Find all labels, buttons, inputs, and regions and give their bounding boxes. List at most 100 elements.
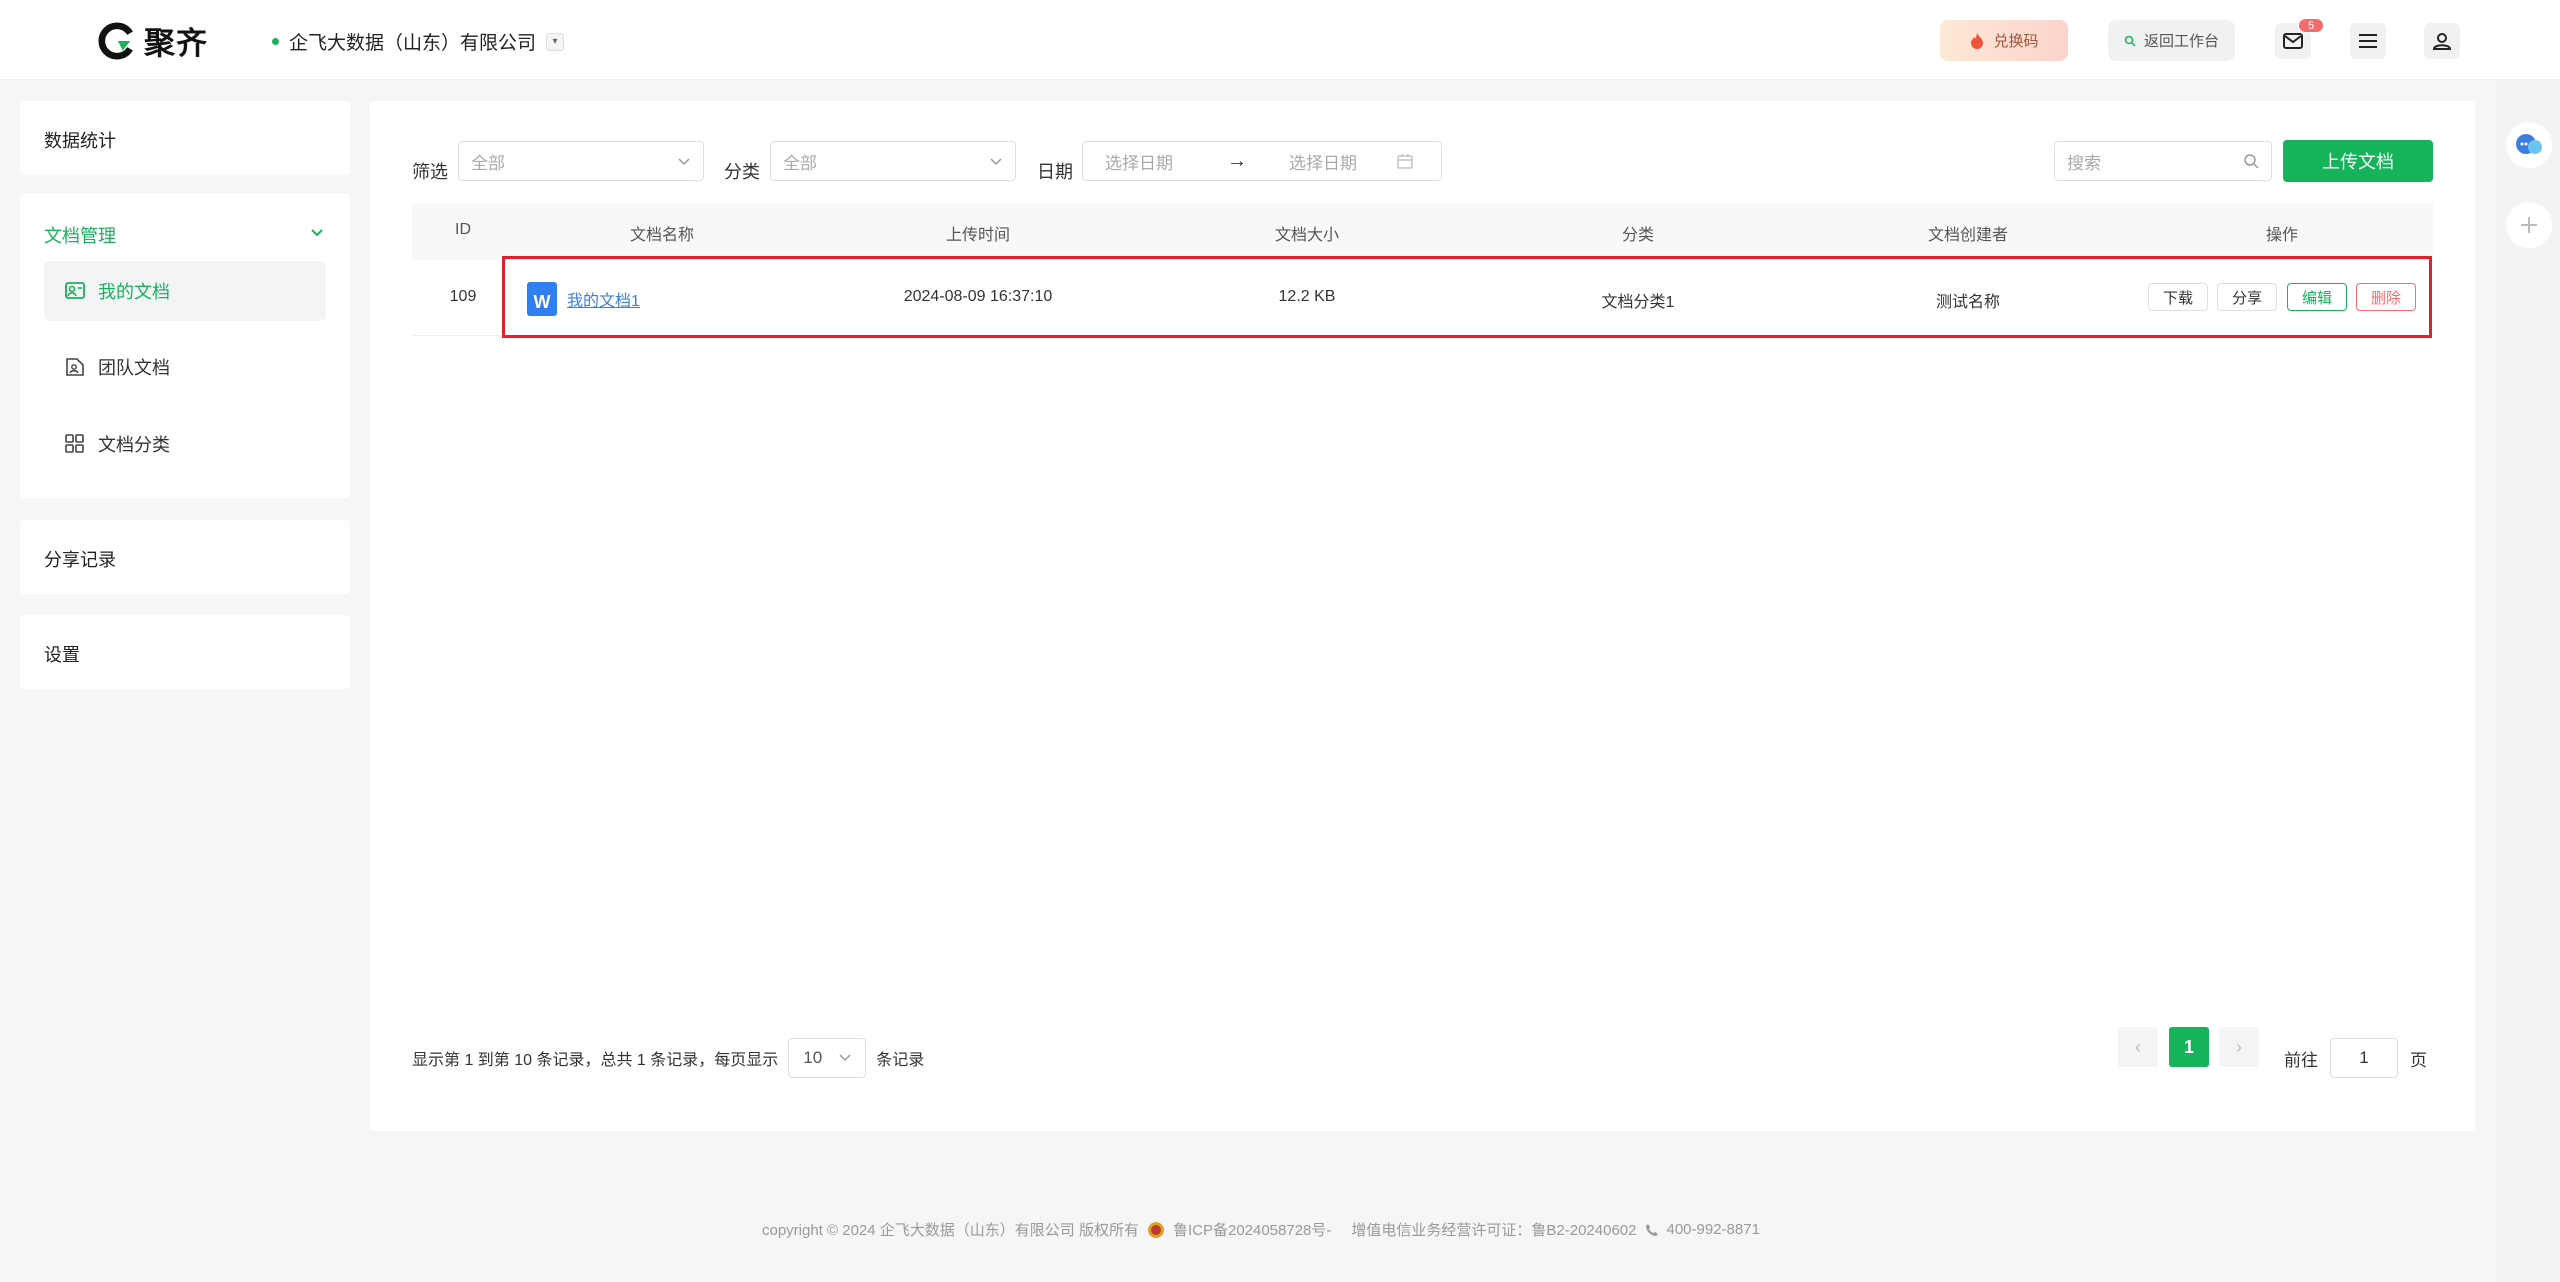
table-row: 109 2024-08-09 16:37:10 12.2 KB 文档分类1 测试… <box>412 260 2433 336</box>
category-label: 分类 <box>724 162 760 182</box>
my-docs-icon <box>65 282 85 299</box>
chevron-down-icon[interactable]: ▾ <box>546 32 565 51</box>
prev-page-button[interactable]: ‹ <box>2118 1027 2158 1067</box>
copyright-text: copyright © 2024 企飞大数据（山东）有限公司 版权所有 <box>762 1222 1139 1239</box>
goto-label: 前往 <box>2284 1050 2318 1070</box>
add-button[interactable] <box>2506 202 2552 248</box>
stats-label: 数据统计 <box>44 131 116 151</box>
row-creator: 测试名称 <box>1935 294 2001 311</box>
current-page-button[interactable]: 1 <box>2169 1027 2209 1067</box>
settings-label: 设置 <box>44 645 80 665</box>
fire-icon <box>1971 32 1984 49</box>
chevron-down-icon <box>839 1054 851 1062</box>
date-end[interactable]: 选择日期 <box>1289 149 1357 174</box>
category-select[interactable]: 全部 <box>770 141 1016 181</box>
plus-icon <box>2521 217 2537 233</box>
sidebar-item-stats[interactable]: 数据统计 <box>20 101 350 175</box>
back-to-workspace-button[interactable]: 返回工作台 <box>2108 20 2235 61</box>
company-switcher[interactable]: 企飞大数据（山东）有限公司 ▾ <box>272 28 565 55</box>
pagination-text: 显示第 1 到第 10 条记录，总共 1 条记录，每页显示 <box>412 1052 779 1069</box>
page-size-select[interactable]: 10 <box>788 1038 867 1078</box>
chat-icon <box>2516 134 2542 154</box>
doc-manage-label[interactable]: 文档管理 <box>44 222 116 248</box>
sidebar-item-label: 团队文档 <box>98 358 170 378</box>
sidebar-item-share-records[interactable]: 分享记录 <box>20 520 350 594</box>
redeem-label: 兑换码 <box>1993 33 2039 50</box>
phone-number: 400-992-8871 <box>1666 1221 1760 1238</box>
document-name[interactable]: 我的文档1 <box>567 287 640 311</box>
page-unit: 页 <box>2410 1050 2427 1070</box>
delete-button[interactable]: 删除 <box>2356 283 2416 311</box>
search-small-icon <box>2124 35 2136 47</box>
police-badge-icon <box>1147 1221 1164 1238</box>
sidebar-item-team-docs[interactable]: 团队文档 <box>44 337 326 397</box>
footer-text: copyright © 2024 企飞大数据（山东）有限公司 版权所有 鲁ICP… <box>762 1219 1760 1240</box>
redeem-code-button[interactable]: 兑换码 <box>1940 20 2068 61</box>
table-header: ID 文档名称 上传时间 文档大小 分类 文档创建者 操作 <box>412 203 2433 260</box>
filter-value: 全部 <box>471 153 505 173</box>
date-label: 日期 <box>1037 162 1073 182</box>
date-start[interactable]: 选择日期 <box>1105 149 1173 174</box>
menu-button[interactable] <box>2350 23 2386 59</box>
goto-page: 前往 1 页 <box>2284 1038 2427 1078</box>
column-header: 文档大小 <box>1274 227 1340 244</box>
next-page-button[interactable]: › <box>2219 1027 2259 1067</box>
chevron-down-icon[interactable] <box>310 228 324 238</box>
grid-icon <box>65 434 84 453</box>
license-text: 增值电信业务经营许可证：鲁B2-20240602 <box>1351 1222 1637 1239</box>
calendar-icon <box>1397 154 1413 169</box>
status-dot <box>272 38 279 45</box>
share-records-label: 分享记录 <box>44 550 116 570</box>
row-category: 文档分类1 <box>1601 294 1675 311</box>
word-file-icon: W <box>527 282 557 316</box>
logo-icon <box>98 21 136 60</box>
brand-name: 聚齐 <box>144 26 208 61</box>
column-header: ID <box>455 221 471 238</box>
column-header: 操作 <box>2265 227 2299 244</box>
download-button[interactable]: 下载 <box>2148 283 2208 311</box>
date-separator: → <box>1227 149 1247 172</box>
date-range-picker[interactable]: 选择日期 → 选择日期 <box>1082 141 1442 181</box>
search-icon[interactable] <box>2243 153 2259 169</box>
chevron-down-icon <box>678 157 690 165</box>
menu-icon <box>2359 34 2377 48</box>
phone-icon <box>1645 1223 1658 1236</box>
sidebar-item-settings[interactable]: 设置 <box>20 615 350 689</box>
search-placeholder: 搜索 <box>2067 153 2101 173</box>
column-header: 上传时间 <box>945 227 1011 244</box>
top-header: 聚齐 企飞大数据（山东）有限公司 ▾ 兑换码 返回工作台 5 <box>0 0 2560 80</box>
pagination-info: 显示第 1 到第 10 条记录，总共 1 条记录，每页显示 10 条记录 <box>412 1038 924 1078</box>
row-id: 109 <box>449 288 477 305</box>
row-size: 12.2 KB <box>1278 288 1336 305</box>
column-header: 文档名称 <box>629 227 695 244</box>
doc-manage-group: 文档管理 我的文档 团队文档 文档分类 <box>20 194 350 498</box>
chevron-down-icon <box>990 157 1002 165</box>
back-label: 返回工作台 <box>2143 33 2219 50</box>
column-header: 文档创建者 <box>1927 227 2009 244</box>
filter-select[interactable]: 全部 <box>458 141 704 181</box>
chat-button[interactable] <box>2506 122 2552 168</box>
search-input[interactable]: 搜索 <box>2054 141 2272 181</box>
filter-label: 筛选 <box>412 162 448 182</box>
pagination-suffix: 条记录 <box>876 1052 925 1069</box>
mail-badge: 5 <box>2298 18 2324 33</box>
sidebar-item-doc-categories[interactable]: 文档分类 <box>44 414 326 474</box>
sidebar-item-my-docs[interactable]: 我的文档 <box>44 261 326 321</box>
right-rail <box>2497 80 2560 1282</box>
mail-icon <box>2283 33 2303 49</box>
share-button[interactable]: 分享 <box>2217 283 2277 311</box>
goto-page-input[interactable]: 1 <box>2330 1038 2398 1078</box>
user-button[interactable] <box>2424 23 2460 59</box>
user-icon <box>2433 33 2451 50</box>
sidebar-item-label: 我的文档 <box>98 282 170 302</box>
sidebar-item-label: 文档分类 <box>98 435 170 455</box>
document-link[interactable]: W 我的文档1 <box>527 282 640 316</box>
category-value: 全部 <box>783 153 817 173</box>
logo[interactable]: 聚齐 <box>98 18 208 63</box>
icp-link[interactable]: 鲁ICP备2024058728号- <box>1173 1219 1331 1240</box>
page-size-value: 10 <box>803 1048 823 1067</box>
column-header: 分类 <box>1621 227 1655 244</box>
edit-button[interactable]: 编辑 <box>2287 283 2347 311</box>
upload-document-button[interactable]: 上传文档 <box>2283 140 2433 182</box>
team-docs-icon <box>66 358 84 376</box>
